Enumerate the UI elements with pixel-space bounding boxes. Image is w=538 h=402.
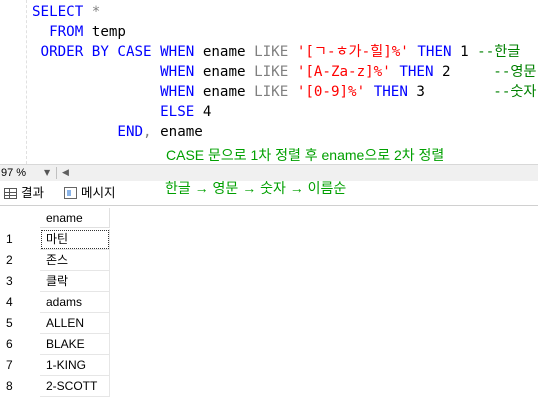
tab-results[interactable]: 결과 bbox=[4, 183, 44, 203]
cell-ename[interactable]: BLAKE bbox=[40, 334, 110, 355]
code-token: , bbox=[143, 124, 152, 140]
order-annotation: 한글 → 영문 → 숫자 → 이름순 bbox=[165, 180, 347, 196]
code-token: ename bbox=[151, 124, 203, 140]
code-token: '[ㄱ-ㅎ가-힐]%' bbox=[296, 44, 409, 60]
code-line[interactable]: WHEN ename LIKE '[A-Za-z]%' THEN 2 --영문 bbox=[32, 62, 537, 82]
table-row[interactable]: 6 BLAKE bbox=[0, 334, 110, 355]
code-token: LIKE bbox=[254, 64, 289, 80]
row-number[interactable]: 5 bbox=[0, 313, 40, 334]
tab-messages-label: 메시지 bbox=[81, 186, 116, 200]
grid-icon bbox=[4, 187, 17, 199]
code-line[interactable]: SELECT * bbox=[32, 2, 100, 22]
code-token: temp bbox=[83, 24, 126, 40]
zoom-dropdown-icon[interactable]: ▼ bbox=[44, 165, 50, 181]
code-token: ename bbox=[194, 44, 255, 60]
table-row[interactable]: 5 ALLEN bbox=[0, 313, 110, 334]
table-row[interactable]: 1 마틴 bbox=[0, 229, 110, 250]
column-header-ename[interactable]: ename bbox=[40, 208, 110, 228]
code-token: 4 bbox=[194, 104, 212, 120]
editor-gutter-divider bbox=[26, 0, 27, 164]
cell-ename[interactable]: adams bbox=[40, 292, 110, 313]
tab-messages[interactable]: 메시지 bbox=[64, 183, 116, 203]
cell-ename[interactable]: 1-KING bbox=[40, 355, 110, 376]
code-token: THEN bbox=[408, 44, 452, 60]
code-token: WHEN bbox=[32, 84, 195, 100]
code-token: LIKE bbox=[254, 44, 289, 60]
code-token: FROM bbox=[32, 24, 84, 40]
code-token: END bbox=[32, 124, 144, 140]
code-token: LIKE bbox=[254, 84, 289, 100]
table-row[interactable]: 3 클락 bbox=[0, 271, 110, 292]
code-line[interactable]: FROM temp bbox=[32, 22, 126, 42]
code-token: * bbox=[83, 4, 101, 20]
row-number[interactable]: 2 bbox=[0, 250, 40, 271]
table-row[interactable]: 8 2-SCOTT bbox=[0, 376, 110, 397]
table-row[interactable]: 4 adams bbox=[0, 292, 110, 313]
code-token: THEN bbox=[365, 84, 408, 100]
table-row[interactable]: 2 존스 bbox=[0, 250, 110, 271]
cell-ename[interactable]: ALLEN bbox=[40, 313, 110, 334]
code-token: --숫자 bbox=[493, 84, 537, 100]
code-line[interactable]: END, ename bbox=[32, 122, 203, 142]
code-token: '[A-Za-z]%' bbox=[296, 64, 391, 80]
code-token: --영문 bbox=[493, 64, 537, 80]
table-row[interactable]: 7 1-KING bbox=[0, 355, 110, 376]
row-number[interactable]: 7 bbox=[0, 355, 40, 376]
tab-results-label: 결과 bbox=[21, 186, 45, 200]
code-token: ORDER BY CASE WHEN bbox=[32, 44, 195, 60]
code-token: ename bbox=[194, 84, 255, 100]
code-token: ename bbox=[194, 64, 255, 80]
zoom-level[interactable]: 97 % bbox=[0, 165, 26, 181]
code-token: WHEN bbox=[32, 64, 195, 80]
sql-editor[interactable]: SELECT * FROM temp ORDER BY CASE WHEN en… bbox=[0, 0, 538, 164]
code-token: 3 bbox=[407, 84, 494, 100]
message-icon bbox=[64, 187, 77, 199]
cell-ename[interactable]: 마틴 bbox=[40, 229, 110, 250]
code-token: 1 bbox=[451, 44, 478, 60]
code-line[interactable]: ORDER BY CASE WHEN ename LIKE '[ㄱ-ㅎ가-힐]%… bbox=[32, 42, 521, 62]
results-grid[interactable]: ename 1 마틴 2 존스 3 클락 4 adams 5 ALLEN 6 BLAKE 7 1-KING… bbox=[0, 206, 538, 402]
code-line[interactable]: ELSE 4 bbox=[32, 102, 211, 122]
code-token: '[0-9]%' bbox=[296, 84, 366, 100]
code-token: THEN bbox=[390, 64, 434, 80]
row-number[interactable]: 8 bbox=[0, 376, 40, 397]
status-separator bbox=[56, 167, 57, 179]
cell-ename[interactable]: 존스 bbox=[40, 250, 110, 271]
code-token: --한글 bbox=[477, 44, 521, 60]
code-token: SELECT bbox=[32, 4, 84, 20]
row-number[interactable]: 4 bbox=[0, 292, 40, 313]
code-line[interactable]: WHEN ename LIKE '[0-9]%' THEN 3 --숫자 bbox=[32, 82, 537, 102]
sort-annotation: CASE 문으로 1차 정렬 후 ename으로 2차 정렬 bbox=[166, 147, 445, 163]
row-number[interactable]: 3 bbox=[0, 271, 40, 292]
scroll-left-icon[interactable]: ◀ bbox=[62, 165, 69, 181]
row-number[interactable]: 1 bbox=[0, 229, 40, 250]
cell-ename[interactable]: 클락 bbox=[40, 271, 110, 292]
code-token: 2 bbox=[433, 64, 494, 80]
code-token: ELSE bbox=[32, 104, 195, 120]
cell-ename[interactable]: 2-SCOTT bbox=[40, 376, 110, 397]
row-number[interactable]: 6 bbox=[0, 334, 40, 355]
